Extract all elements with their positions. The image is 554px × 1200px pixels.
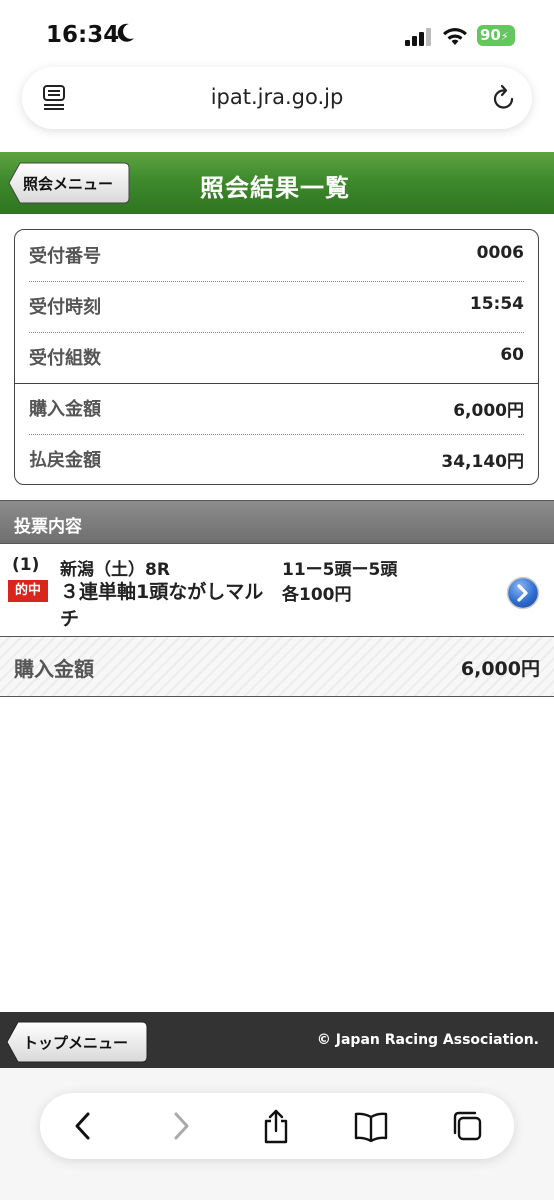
address-bar[interactable]: ipat.jra.go.jp <box>22 67 532 129</box>
page-header: 照会メニュー 照会結果一覧 <box>0 152 554 214</box>
status-time: 16:34 <box>46 22 120 48</box>
share-icon[interactable] <box>261 1109 291 1145</box>
receipt-sets-label: 受付組数 <box>29 348 101 369</box>
status-bar: 16:34 90⚡ <box>0 0 554 70</box>
wifi-icon <box>443 28 467 45</box>
receipt-time-value: 15:54 <box>469 294 524 314</box>
total-label: 購入金額 <box>14 657 94 681</box>
copyright-text: © Japan Racing Association. <box>316 1032 539 1048</box>
total-value: 6,000円 <box>460 658 540 680</box>
total-purchase-row: 購入金額 6,000円 <box>0 637 554 697</box>
forward-icon[interactable] <box>170 1109 192 1143</box>
receipt-time-row: 受付時刻 15:54 <box>29 281 524 331</box>
back-icon[interactable] <box>72 1109 94 1143</box>
bet-amount: 各100円 <box>282 585 352 605</box>
bet-index: (1) <box>12 555 40 575</box>
receipt-sets-row: 受付組数 60 <box>29 332 524 382</box>
hit-badge: 的中 <box>8 580 48 602</box>
receipt-sets-value: 60 <box>500 345 524 365</box>
payout-amount-value: 34,140円 <box>441 452 524 472</box>
browser-toolbar <box>40 1093 514 1159</box>
signal-icon <box>405 28 431 46</box>
moon-icon <box>117 23 134 42</box>
bet-combination: 11ー5頭ー5頭 <box>282 560 398 580</box>
payout-amount-label: 払戻金額 <box>29 450 101 471</box>
receipt-time-label: 受付時刻 <box>29 297 101 318</box>
reload-icon[interactable] <box>492 84 516 112</box>
payout-amount-row: 払戻金額 34,140円 <box>29 434 524 484</box>
bet-details-section-header: 投票内容 <box>0 500 554 544</box>
bet-type: ３連単軸1頭ながしマルチ <box>60 581 264 630</box>
chevron-right-icon[interactable] <box>506 576 540 610</box>
top-menu-button[interactable]: トップメニュー <box>6 1021 148 1063</box>
bookmarks-icon[interactable] <box>353 1109 389 1143</box>
purchase-amount-label: 購入金額 <box>29 399 101 420</box>
battery-level: 90 <box>480 26 501 44</box>
back-to-menu-button[interactable]: 照会メニュー <box>8 162 130 204</box>
section-title: 投票内容 <box>14 517 82 537</box>
receipt-summary: 受付番号 0006 受付時刻 15:54 受付組数 60 購入金額 6,000円… <box>14 229 539 485</box>
purchase-amount-value: 6,000円 <box>453 401 524 421</box>
receipt-number-value: 0006 <box>476 243 524 263</box>
tabs-icon[interactable] <box>450 1109 484 1143</box>
top-menu-label: トップメニュー <box>23 1034 129 1052</box>
back-button-label: 照会メニュー <box>23 175 114 193</box>
bet-race: 新潟（土）8R <box>60 560 170 580</box>
purchase-amount-row: 購入金額 6,000円 <box>29 383 524 433</box>
receipt-number-label: 受付番号 <box>29 246 101 267</box>
receipt-number-row: 受付番号 0006 <box>29 230 524 280</box>
bet-item[interactable]: (1) 新潟（土）8R 的中 ３連単軸1頭ながしマルチ 11ー5頭ー5頭 各10… <box>0 544 554 637</box>
battery-icon: 90⚡ <box>477 25 515 46</box>
page-title: 照会結果一覧 <box>200 174 350 202</box>
page-footer: トップメニュー © Japan Racing Association. <box>0 1012 554 1068</box>
url-field[interactable]: ipat.jra.go.jp <box>22 85 532 109</box>
